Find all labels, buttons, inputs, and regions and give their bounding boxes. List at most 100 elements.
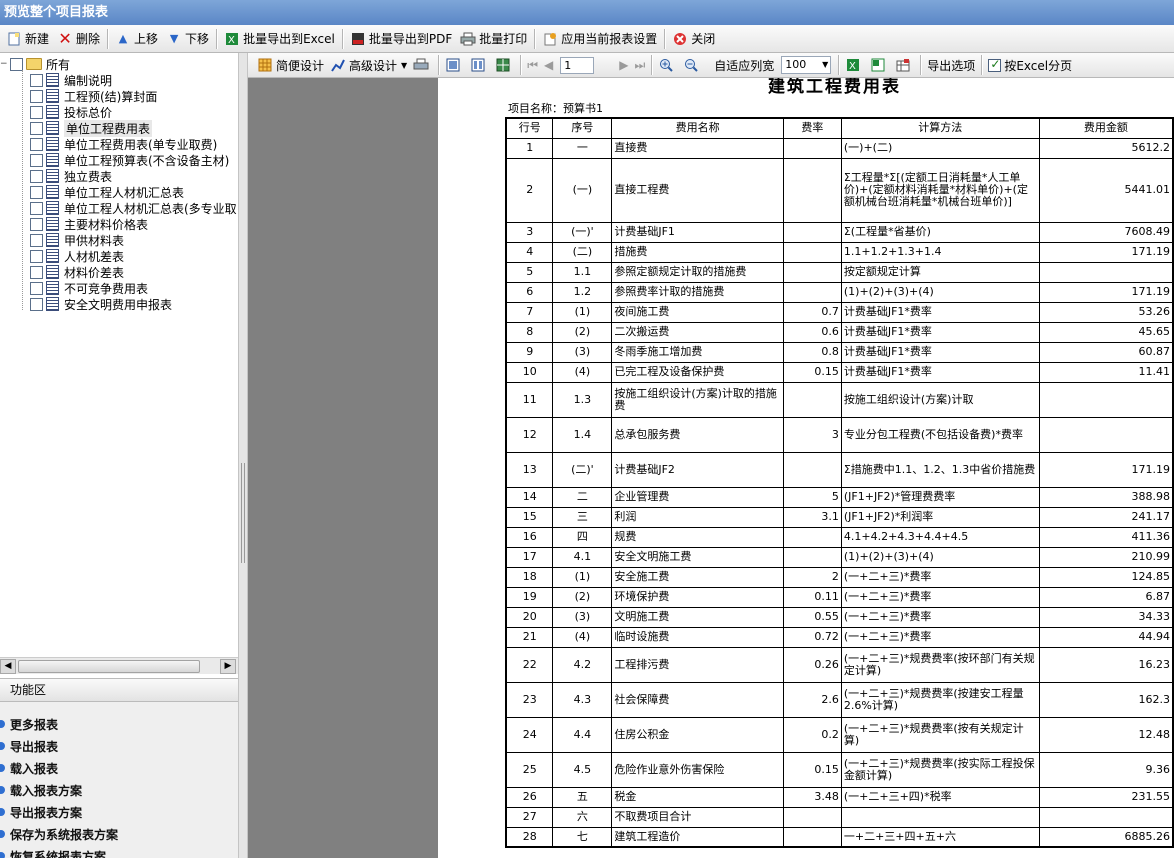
tree-item-checkbox[interactable] <box>30 121 43 135</box>
function-item[interactable]: 载入报表 <box>0 758 58 778</box>
zoom-select[interactable]: 100 ▼ <box>781 56 832 74</box>
move-down-button[interactable]: ▼ 下移 <box>162 28 213 50</box>
export-other-button[interactable] <box>892 55 917 76</box>
print-button[interactable] <box>410 55 435 76</box>
page-number-input[interactable]: 1 <box>560 56 595 74</box>
tree-item-checkbox[interactable] <box>30 153 43 167</box>
close-button[interactable]: 关闭 <box>668 28 719 50</box>
next-page-button[interactable]: ▶ <box>616 55 631 76</box>
tree-item-checkbox[interactable] <box>30 105 43 119</box>
table-cell: 1.2 <box>552 281 613 303</box>
tree-item-checkbox[interactable] <box>30 73 43 87</box>
table-cell: 4 <box>505 241 554 263</box>
tree-item[interactable]: 单位工程预算表(不含设备主材) <box>30 152 229 168</box>
single-page-button[interactable] <box>442 55 467 76</box>
tree-item-checkbox[interactable] <box>30 233 43 247</box>
tree-item[interactable]: 编制说明 <box>30 72 112 88</box>
tree-item-checkbox[interactable] <box>30 169 43 183</box>
scroll-right-icon[interactable]: ▶ <box>220 659 236 674</box>
tree-root[interactable]: − 所有 <box>0 56 70 72</box>
tree-item[interactable]: 人材机差表 <box>30 248 124 264</box>
splitter-grip[interactable] <box>241 463 245 563</box>
apply-settings-button[interactable]: 应用当前报表设置 <box>538 28 661 50</box>
tree-item[interactable]: 单位工程人材机汇总表(多专业取 <box>30 200 237 216</box>
scroll-left-icon[interactable]: ◀ <box>0 659 16 674</box>
table-cell: 6.87 <box>1038 586 1174 608</box>
zoom-out-button[interactable] <box>680 55 705 76</box>
tree-item[interactable]: 材料价差表 <box>30 264 124 280</box>
batch-export-excel-button[interactable]: X 批量导出到Excel <box>220 28 339 50</box>
table-cell: (一+二+三)*规费费率(按实际工程投保金额计算) <box>840 751 1040 788</box>
new-button[interactable]: 新建 <box>2 28 53 50</box>
tree-item[interactable]: 主要材料价格表 <box>30 216 148 232</box>
tree-item[interactable]: 投标总价 <box>30 104 112 120</box>
tree-item-checkbox[interactable] <box>30 297 43 311</box>
table-cell: 夜间施工费 <box>611 301 784 323</box>
export-excel-alt-button[interactable] <box>867 55 892 76</box>
multi-page-button[interactable] <box>492 55 517 76</box>
tree-root-checkbox[interactable] <box>10 57 23 71</box>
tree-item-checkbox[interactable] <box>30 249 43 263</box>
two-page-button[interactable] <box>467 55 492 76</box>
tree-item[interactable]: 单位工程费用表(单专业取费) <box>30 136 217 152</box>
tree-item-checkbox[interactable] <box>30 137 43 151</box>
tree-item[interactable]: 不可竞争费用表 <box>30 280 148 296</box>
prev-page-button[interactable]: ◀ <box>541 55 556 76</box>
table-cell: 5441.01 <box>1038 157 1174 223</box>
simple-design-button[interactable]: 简便设计 <box>254 55 327 76</box>
function-item[interactable]: 保存为系统报表方案 <box>0 824 118 844</box>
table-row: 10 (4) 已完工程及设备保护费 0.15 计费基础JF1*费率 11.41 <box>505 361 1174 383</box>
tree-horizontal-scrollbar[interactable]: ◀ ▶ <box>0 657 238 674</box>
table-cell <box>782 546 842 568</box>
table-cell: 124.85 <box>1038 566 1174 588</box>
last-page-button[interactable]: ⏭ <box>631 55 648 76</box>
table-cell: (一+二+三+四)*税率 <box>840 786 1040 808</box>
excel-paging-checkbox[interactable]: 按Excel分页 <box>985 55 1075 76</box>
tree-item-checkbox[interactable] <box>30 281 43 295</box>
table-cell: 9 <box>505 341 554 363</box>
table-cell: 11 <box>505 381 554 418</box>
advanced-design-button[interactable]: 高级设计 ▼ <box>327 55 410 76</box>
folder-icon <box>26 58 42 70</box>
report-viewer[interactable]: 建筑工程费用表 项目名称：预算书1 行号 序号 费用名称 费率 计算方法 费用金额 1一直… <box>248 78 1174 858</box>
tree-item-checkbox[interactable] <box>30 201 43 215</box>
tree-item[interactable]: 单位工程费用表 <box>30 119 153 137</box>
tree-item[interactable]: 安全文明费用申报表 <box>30 296 172 312</box>
scrollbar-thumb[interactable] <box>18 660 200 673</box>
first-page-button[interactable]: ⏮ <box>524 55 541 76</box>
batch-print-button[interactable]: 批量打印 <box>456 28 531 50</box>
function-item[interactable]: 导出报表方案 <box>0 802 82 822</box>
function-item[interactable]: 更多报表 <box>0 714 58 734</box>
tree-item-label: 人材机差表 <box>64 249 125 264</box>
auto-fit-columns-button[interactable]: 自适应列宽 <box>711 55 777 76</box>
tree-item-checkbox[interactable] <box>30 89 43 103</box>
function-item[interactable]: 恢复系统报表方案 <box>0 846 106 858</box>
checkbox-checked-icon[interactable] <box>988 57 1002 72</box>
bullet-icon <box>0 830 5 838</box>
tree-item[interactable]: 甲供材料表 <box>30 232 124 248</box>
export-options-button[interactable]: 导出选项 <box>924 55 978 76</box>
collapse-icon[interactable]: − <box>0 59 10 69</box>
export-excel-button[interactable]: X <box>842 55 867 76</box>
table-row: 4 (二) 措施费 1.1+1.2+1.3+1.4 171.19 <box>505 241 1174 263</box>
function-item[interactable]: 载入报表方案 <box>0 780 82 800</box>
table-cell: 20 <box>505 606 554 628</box>
batch-export-pdf-button[interactable]: 批量导出到PDF <box>346 28 456 50</box>
function-area-header[interactable]: 功能区 <box>0 678 238 702</box>
tree-item[interactable]: 工程预(结)算封面 <box>30 88 157 104</box>
move-up-button[interactable]: ▲ 上移 <box>111 28 162 50</box>
panel-splitter[interactable] <box>238 53 248 858</box>
table-row: 11 1.3 按施工组织设计(方案)计取的措施费 按施工组织设计(方案)计取 <box>505 381 1174 418</box>
delete-button[interactable]: ✕ 删除 <box>53 28 104 50</box>
table-cell: (1)+(2)+(3)+(4) <box>840 281 1040 303</box>
main-toolbar: 新建 ✕ 删除 ▲ 上移 ▼ 下移 X 批量导出到Excel 批量导出到PDF … <box>0 25 1174 53</box>
tree-item-checkbox[interactable] <box>30 265 43 279</box>
function-item[interactable]: 导出报表 <box>0 736 58 756</box>
tree-item-checkbox[interactable] <box>30 185 43 199</box>
tree-item[interactable]: 单位工程人材机汇总表 <box>30 184 184 200</box>
table-cell: 按施工组织设计(方案)计取的措施费 <box>611 381 784 418</box>
zoom-in-button[interactable] <box>655 55 680 76</box>
table-cell: 27 <box>505 806 554 828</box>
tree-item[interactable]: 独立费表 <box>30 168 112 184</box>
tree-item-checkbox[interactable] <box>30 217 43 231</box>
